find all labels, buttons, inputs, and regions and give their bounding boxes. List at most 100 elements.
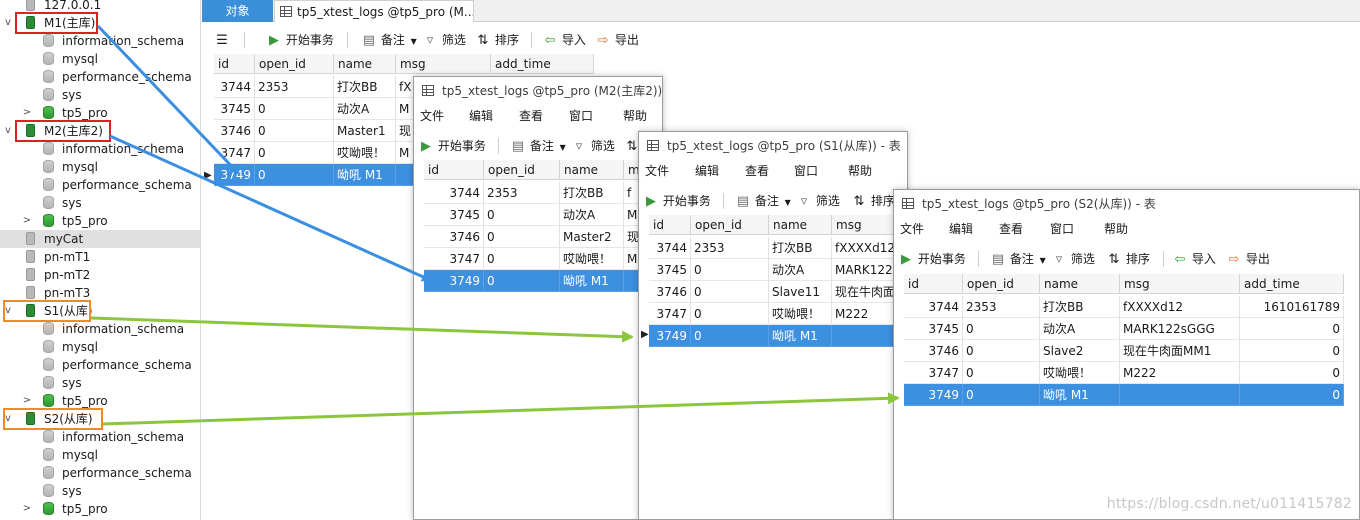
menu-edit[interactable]: 编辑 [469,105,493,127]
filter-button[interactable]: ▿ 筛选 [571,133,615,159]
tree-item-database[interactable]: mysql [0,338,200,356]
menu-file[interactable]: 文件 [420,105,444,127]
column-header-open-id[interactable]: open_id [691,215,769,235]
menu-window[interactable]: 窗口 [569,105,593,127]
tree-item-database[interactable]: sys [0,86,200,104]
column-header-open-id[interactable]: open_id [484,160,560,180]
column-header-name[interactable]: name [1040,274,1120,294]
tree-item-database[interactable]: information_schema [0,320,200,338]
tree-item-database[interactable]: performance_schema [0,176,200,194]
chevron-right-icon[interactable]: > [22,212,32,230]
memo-button[interactable]: ▤ 备注 ▼ [735,188,793,214]
chevron-right-icon[interactable]: > [22,500,32,518]
column-header-open-id[interactable]: open_id [963,274,1040,294]
menu-help[interactable]: 帮助 [1104,218,1128,240]
grid-header: id open_id name msg [424,160,662,180]
database-icon [43,88,54,101]
export-icon: ⇨ [1228,252,1240,267]
column-header-id[interactable]: id [424,160,484,180]
tree-item-connection[interactable]: pn-mT1 [0,248,200,266]
dropdown-arrow-icon[interactable]: ▼ [783,190,793,216]
tree-item-database[interactable]: information_schema [0,428,200,446]
tree-item-database[interactable]: performance_schema [0,68,200,86]
menu-view[interactable]: 查看 [999,218,1023,240]
menu-window[interactable]: 窗口 [794,160,818,182]
tree-item-connection[interactable]: pn-mT2 [0,266,200,284]
tree-item-database[interactable]: mysql [0,446,200,464]
tree-item-database[interactable]: performance_schema [0,356,200,374]
menu-file[interactable]: 文件 [645,160,669,182]
tree-item-database[interactable]: information_schema [0,140,200,158]
table-window-s1[interactable]: tp5_xtest_logs @tp5_pro (S1(从库)) - 表 文件 … [638,131,908,520]
menu-view[interactable]: 查看 [519,105,543,127]
column-header-name[interactable]: name [769,215,832,235]
menu-file[interactable]: 文件 [900,218,924,240]
column-header-name[interactable]: name [334,54,396,74]
window-titlebar[interactable]: tp5_xtest_logs @tp5_pro (S1(从库)) - 表 [639,132,907,160]
import-button[interactable]: ⇦ 导入 [542,27,586,53]
sort-button[interactable]: ⇅ 排序 [851,188,895,214]
table-icon [647,140,659,151]
tree-item-database-open[interactable]: > tp5_pro [0,500,200,518]
memo-button[interactable]: ▤ 备注 ▼ [510,133,568,159]
column-header-msg[interactable]: msg [396,54,491,74]
column-header-id[interactable]: id [904,274,963,294]
annotation-box-s1 [3,300,91,322]
tree-item-mycat-connection[interactable]: myCat [0,230,200,248]
column-header-add-time[interactable]: add_time [491,54,594,74]
column-header-open-id[interactable]: open_id [255,54,334,74]
tree-item-database[interactable]: sys [0,194,200,212]
tab-objects[interactable]: 对象 [202,0,273,22]
dropdown-arrow-icon[interactable]: ▼ [1038,248,1048,274]
table-icon [422,85,434,96]
begin-transaction-icon: ▶ [901,252,911,267]
menu-help[interactable]: 帮助 [623,105,647,127]
tree-item-database[interactable]: performance_schema [0,464,200,482]
dropdown-arrow-icon[interactable]: ▼ [409,29,419,55]
column-header-id[interactable]: id [214,54,255,74]
tree-item-database[interactable]: sys [0,482,200,500]
filter-button[interactable]: ▿ 筛选 [1051,246,1095,272]
memo-button[interactable]: ▤ 备注 ▼ [361,27,419,53]
chevron-down-icon[interactable]: v [3,14,13,32]
window-titlebar[interactable]: tp5_xtest_logs @tp5_pro (M2(主库2)) - 表 [414,77,662,105]
table-window-s2[interactable]: tp5_xtest_logs @tp5_pro (S2(从库)) - 表 文件 … [893,189,1360,520]
tree-item-database-open[interactable]: > tp5_pro [0,212,200,230]
chevron-down-icon[interactable]: v [3,122,13,140]
begin-transaction-button[interactable]: ▶ 开始事务 [418,133,486,159]
begin-transaction-button[interactable]: ▶ 开始事务 [898,246,966,272]
menu-edit[interactable]: 编辑 [949,218,973,240]
sort-button[interactable]: ⇅ 排序 [1106,246,1150,272]
column-header-msg[interactable]: msg [1120,274,1240,294]
tree-item-database[interactable]: information_schema [0,32,200,50]
hamburger-menu-button[interactable]: ☰ [214,27,230,53]
column-header-id[interactable]: id [649,215,691,235]
tree-item-database[interactable]: mysql [0,158,200,176]
export-button[interactable]: ⇨ 导出 [1226,246,1270,272]
menu-window[interactable]: 窗口 [1050,218,1074,240]
sort-button[interactable]: ⇅ 排序 [475,27,519,53]
memo-button[interactable]: ▤ 备注 ▼ [990,246,1048,272]
import-button[interactable]: ⇦ 导入 [1172,246,1216,272]
filter-button[interactable]: ▿ 筛选 [422,27,466,53]
tree-item-database[interactable]: sys [0,374,200,392]
dropdown-arrow-icon[interactable]: ▼ [558,135,568,161]
filter-button[interactable]: ▿ 筛选 [796,188,840,214]
column-header-name[interactable]: name [560,160,624,180]
database-icon [43,322,54,335]
export-button[interactable]: ⇨ 导出 [595,27,639,53]
begin-transaction-button[interactable]: ▶ 开始事务 [266,27,334,53]
window-titlebar[interactable]: tp5_xtest_logs @tp5_pro (S2(从库)) - 表 [894,190,1359,218]
column-header-add-time[interactable]: add_time [1240,274,1344,294]
tree-item-database[interactable]: mysql [0,50,200,68]
begin-transaction-icon: ▶ [421,139,431,154]
menu-help[interactable]: 帮助 [848,160,872,182]
grid-header: id open_id name msg add_time [904,274,1344,294]
database-icon [43,466,54,479]
begin-transaction-button[interactable]: ▶ 开始事务 [643,188,711,214]
table-window-m2[interactable]: tp5_xtest_logs @tp5_pro (M2(主库2)) - 表 文件… [413,76,663,520]
menu-view[interactable]: 查看 [745,160,769,182]
menu-edit[interactable]: 编辑 [695,160,719,182]
tab-table-document[interactable]: tp5_xtest_logs @tp5_pro (M... [274,0,474,22]
table-icon [280,6,292,17]
